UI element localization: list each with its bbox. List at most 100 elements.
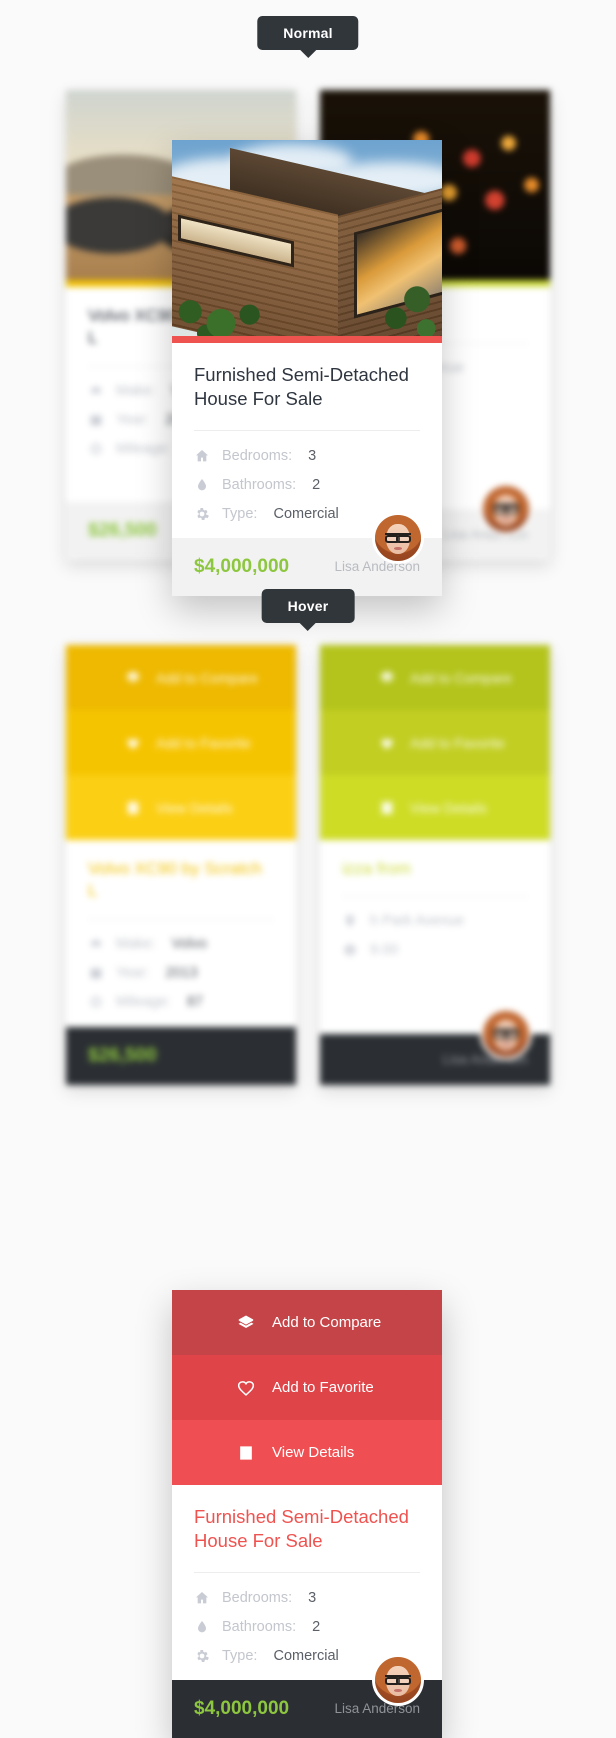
spec-row: Make: Volvo <box>88 936 274 952</box>
spec-label: 9.00 <box>370 942 399 959</box>
spec-row: h Park Avenue <box>342 913 528 929</box>
gear-icon <box>197 507 209 520</box>
state-label-normal-text: Normal <box>283 25 333 41</box>
car-icon <box>91 387 101 395</box>
normal-state-row: Volvo XC90 by Scratch L Make: Volvo Year… <box>0 70 616 596</box>
avatar-mouth <box>502 1043 510 1046</box>
side-action-label: Add to Compare <box>156 669 258 686</box>
avatar-mouth <box>502 518 510 521</box>
pin-icon <box>346 915 354 928</box>
side-action-label: Add to Favorite <box>156 734 251 751</box>
state-label-hover: Hover <box>261 589 355 631</box>
spec-label: Bedrooms: <box>222 447 293 464</box>
featured-body-normal: Furnished Semi-Detached House For Sale <box>172 343 442 431</box>
spec-value: 2 <box>312 476 321 493</box>
spec-row: Mileage: 87 <box>88 994 274 1010</box>
avatar-glasses-icon <box>493 504 519 515</box>
calendar-icon <box>90 966 102 979</box>
side-action-label: View Details <box>156 799 233 816</box>
price: $26,500 <box>88 1045 157 1066</box>
side-action-add-to-compare[interactable]: Add to Compare <box>320 645 550 710</box>
side-card-right-hover-specs: h Park Avenue 9.00 <box>320 897 550 972</box>
side-card-left-hover-body: Volvo XC90 by Scratch L <box>66 840 296 920</box>
list-icon <box>127 801 139 814</box>
side-action-label: View Details <box>410 799 487 816</box>
side-card-right-actions: Add to Compare Add to Favorite View Deta… <box>320 645 550 840</box>
add-to-compare-button[interactable]: Add to Compare <box>172 1290 442 1355</box>
spec-row-bathrooms: Bathrooms: 2 <box>194 477 420 493</box>
avatar <box>480 1008 532 1060</box>
state-label-hover-text: Hover <box>287 598 329 614</box>
side-card-left-hover-footer: $26,500 <box>66 1027 296 1085</box>
avatar-glasses-icon <box>385 533 411 544</box>
spec-label: h Park Avenue <box>370 913 465 930</box>
spec-value: Comercial <box>273 505 339 522</box>
featured-title-hover: Furnished Semi-Detached House For Sale <box>194 1506 409 1552</box>
side-action-add-to-compare[interactable]: Add to Compare <box>66 645 296 710</box>
view-details-button[interactable]: View Details <box>172 1420 442 1485</box>
featured-accent-bar-normal <box>172 336 442 343</box>
side-action-view-details[interactable]: View Details <box>66 775 296 840</box>
spec-value: 87 <box>186 993 203 1010</box>
side-action-add-to-favorite[interactable]: Add to Favorite <box>320 710 550 775</box>
price-icon <box>344 945 356 956</box>
spec-label: Make: <box>116 382 156 399</box>
side-action-label: Add to Favorite <box>410 734 505 751</box>
side-card-left-hover[interactable]: Add to Compare Add to Favorite View Deta… <box>66 645 296 1085</box>
drop-icon <box>198 1620 206 1633</box>
view-details-label: View Details <box>272 1444 355 1461</box>
state-label-normal: Normal <box>257 16 359 58</box>
list-icon <box>240 1445 252 1460</box>
photo-tree-right <box>370 258 442 336</box>
heart-icon <box>237 1380 255 1396</box>
side-action-add-to-favorite[interactable]: Add to Favorite <box>66 710 296 775</box>
featured-price-hover: $4,000,000 <box>194 1697 290 1719</box>
side-card-right-hover-body: izza from <box>320 840 550 898</box>
spec-row: 9.00 <box>342 942 528 958</box>
add-to-compare-label: Add to Compare <box>272 1314 382 1331</box>
car-icon <box>91 940 101 948</box>
avatar-glasses-icon <box>493 1029 519 1040</box>
spec-value: 3 <box>308 447 317 464</box>
add-to-favorite-label: Add to Favorite <box>272 1379 374 1396</box>
featured-price-normal: $4,000,000 <box>194 555 290 577</box>
spec-label: Type: <box>222 1647 258 1664</box>
gauge-icon <box>90 443 102 455</box>
spec-label: Bathrooms: <box>222 1618 297 1635</box>
avatar-mouth <box>394 547 402 550</box>
featured-card-hover[interactable]: Add to Compare Add to Favorite View Deta… <box>172 1290 442 1738</box>
spec-value: Volvo <box>171 935 207 952</box>
spec-label: Year: <box>116 964 150 981</box>
photo-tree-left <box>172 270 276 336</box>
home-icon <box>196 1591 208 1604</box>
layers-icon <box>126 670 140 682</box>
side-action-label: Add to Compare <box>410 669 512 686</box>
spec-value: 2013 <box>165 964 198 981</box>
spec-label: Type: <box>222 505 258 522</box>
gear-icon <box>197 1649 209 1662</box>
spec-row: Year: 2013 <box>88 965 274 981</box>
side-card-right-hover-title: izza from <box>342 859 411 878</box>
side-card-left-hover-title: Volvo XC90 by Scratch L <box>88 859 262 901</box>
featured-card-normal[interactable]: Furnished Semi-Detached House For Sale B… <box>172 140 442 596</box>
hover-state-row: Add to Compare Add to Favorite View Deta… <box>0 645 616 1738</box>
side-card-left-actions: Add to Compare Add to Favorite View Deta… <box>66 645 296 840</box>
featured-photo-normal <box>172 140 442 336</box>
avatar-glasses-icon <box>385 1675 411 1686</box>
layers-icon <box>238 1315 254 1328</box>
avatar-mouth <box>394 1689 402 1692</box>
price: $26,500 <box>88 520 157 541</box>
spec-row-bathrooms: Bathrooms: 2 <box>194 1619 420 1635</box>
add-to-favorite-button[interactable]: Add to Favorite <box>172 1355 442 1420</box>
calendar-icon <box>90 413 102 426</box>
featured-title-normal: Furnished Semi-Detached House For Sale <box>194 364 409 410</box>
spec-label: Bedrooms: <box>222 1589 293 1606</box>
side-card-right-hover[interactable]: Add to Compare Add to Favorite View Deta… <box>320 645 550 1085</box>
featured-actions: Add to Compare Add to Favorite View Deta… <box>172 1290 442 1485</box>
spec-label: Bathrooms: <box>222 476 297 493</box>
spec-row-bedrooms: Bedrooms: 3 <box>194 1590 420 1606</box>
drop-icon <box>198 478 206 491</box>
avatar <box>480 483 532 535</box>
side-action-view-details[interactable]: View Details <box>320 775 550 840</box>
heart-icon <box>381 738 393 749</box>
